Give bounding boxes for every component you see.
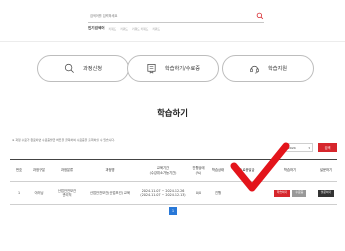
learning-support-label: 학습지원: [267, 66, 288, 72]
th-course-type: 과정구분: [32, 168, 46, 173]
course-table: 번호 과정구분 과정분류 과정명 교육기간 (수강취소가능기간) 진행상태 (%…: [10, 159, 337, 205]
th-status: 학습상태: [211, 168, 225, 173]
row-survey: 설문하기: [315, 182, 337, 204]
table-header: 번호 과정구분 과정분류 과정명 교육기간 (수강취소가능기간) 진행상태 (%…: [10, 160, 337, 182]
header-divider: [0, 41, 345, 42]
th-survey: 설문하기: [319, 168, 333, 173]
year-select[interactable]: 2024 ▾: [285, 143, 313, 152]
popular-keywords: 인기검색어 키워드 키워드 키워드 키워드 키워드: [88, 26, 160, 31]
th-period: 교육기간 (수강취소가능기간): [149, 166, 177, 175]
row-certificate: [229, 182, 265, 204]
course-apply-label: 과정신청: [82, 66, 103, 72]
search-icon: [64, 63, 74, 73]
th-category: 과정분류: [60, 168, 74, 173]
popular-keyword[interactable]: 키워드: [109, 27, 117, 31]
popular-label: 인기검색어: [88, 26, 105, 30]
chevron-down-icon: ▾: [308, 145, 310, 150]
row-status: 진행: [214, 190, 222, 195]
row-number: 1: [17, 190, 21, 195]
th-study: 학습하기: [283, 168, 297, 173]
certificate-button[interactable]: 수료증: [292, 189, 307, 197]
row-course-type: 이러닝: [34, 190, 44, 195]
row-course-name[interactable]: 산업안전보건(산업보건) 교육: [84, 182, 136, 204]
study-button[interactable]: 학습하기: [273, 189, 291, 197]
popular-keyword[interactable]: 키워드: [120, 27, 128, 31]
headset-icon: [250, 65, 259, 74]
row-period: 2024.11.07 ~ 2024.12.26 (2024.11.07 ~ 20…: [140, 188, 186, 197]
pagination-current[interactable]: 1: [169, 207, 177, 215]
th-course-name: 과정명: [105, 168, 115, 173]
study-certificate-label: 학습하기/수료증: [164, 66, 201, 72]
th-progress: 진행상태 (%): [192, 166, 205, 175]
th-certificate: 수료증발급: [239, 168, 255, 173]
study-certificate-button[interactable]: 학습하기/수료증: [127, 55, 219, 82]
row-progress: 0/0: [195, 190, 202, 195]
search-button[interactable]: 검색: [318, 143, 337, 152]
survey-button[interactable]: 설문하기: [317, 189, 335, 197]
course-apply-button[interactable]: 과정신청: [37, 55, 129, 82]
certificate-icon: [147, 64, 156, 74]
search-bar: [88, 9, 264, 23]
popular-keyword[interactable]: 키워드: [152, 27, 160, 31]
th-number: 번호: [15, 168, 23, 173]
table-row: 1 이러닝 산업안전보건 관리직 산업안전보건(산업보건) 교육 2024.11…: [10, 182, 337, 205]
row-category: 산업안전보건 관리직: [57, 188, 77, 197]
learning-support-button[interactable]: 학습지원: [222, 55, 314, 82]
page-title: 학습하기: [157, 108, 188, 118]
search-icon[interactable]: [256, 12, 264, 20]
search-input[interactable]: [88, 13, 238, 18]
year-value: 2024: [288, 145, 296, 150]
notice-text: ※ 과정 수료가 완료되면 수료증발급 버튼을 클릭하여 수료증을 출력하실 수…: [12, 138, 115, 142]
row-study-actions: 학습하기 수료증: [265, 182, 315, 204]
popular-keyword[interactable]: 키워드 키워드: [132, 27, 148, 31]
